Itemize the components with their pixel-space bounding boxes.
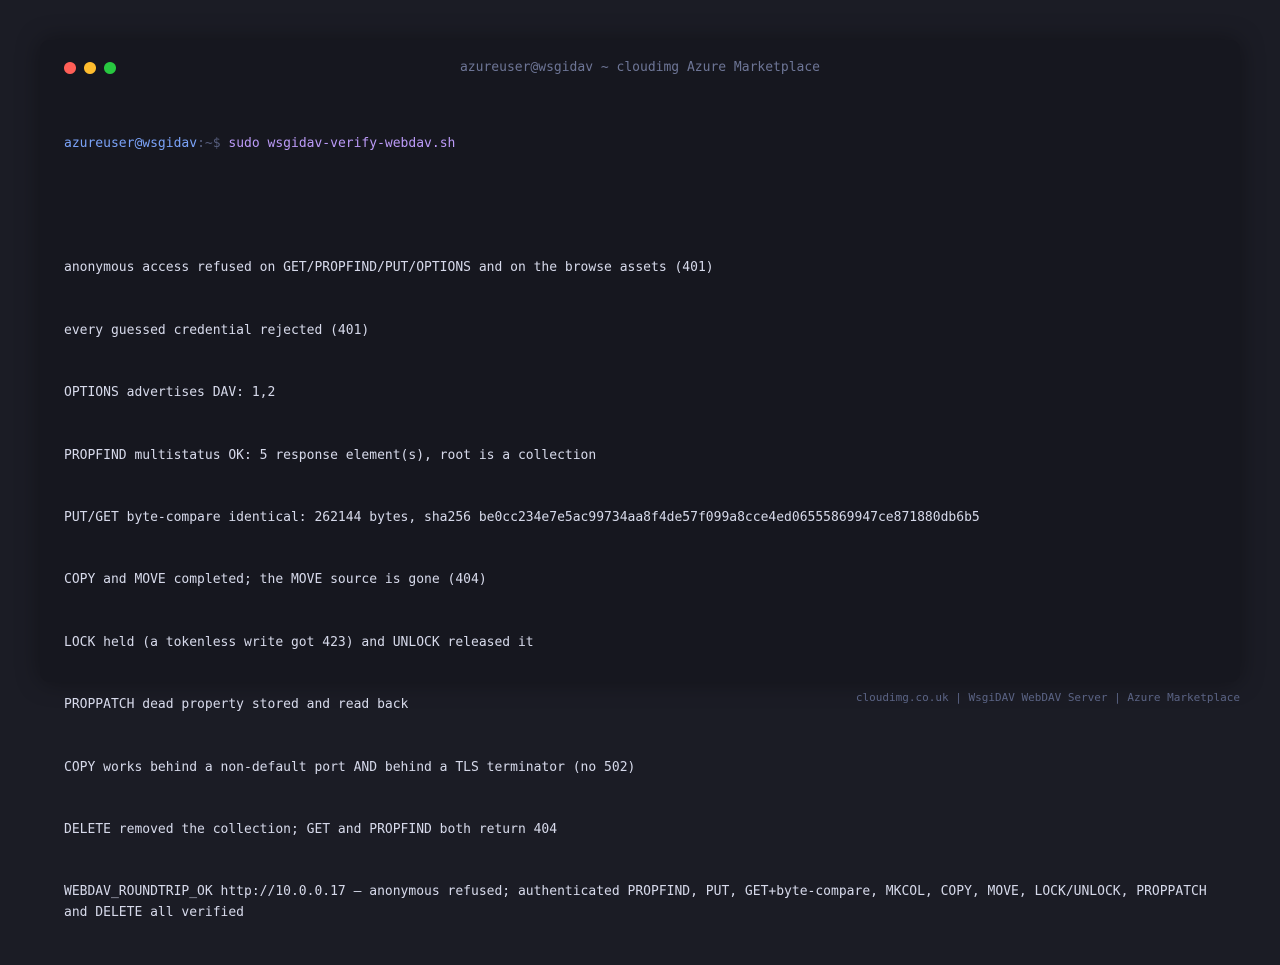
prompt-user-host: azureuser@wsgidav: [64, 135, 198, 151]
output-line: COPY and MOVE completed; the MOVE source…: [64, 572, 487, 588]
output-line: anonymous access refused on GET/PROPFIND…: [64, 260, 714, 276]
output-line: DELETE removed the collection; GET and P…: [64, 821, 558, 837]
terminal-output[interactable]: azureuser@wsgidav:~$ sudo wsgidav-verify…: [64, 92, 1224, 965]
output-line: WEBDAV_ROUNDTRIP_OK http://10.0.0.17 — a…: [64, 884, 1215, 921]
terminal-window: azureuser@wsgidav ~ cloudimg Azure Marke…: [40, 40, 1240, 920]
prompt-line: azureuser@wsgidav:~$ sudo wsgidav-verify…: [64, 134, 1224, 155]
footer-text: cloudimg.co.uk | WsgiDAV WebDAV Server |…: [855, 691, 1240, 704]
output-line: PROPFIND multistatus OK: 5 response elem…: [64, 447, 597, 463]
title-bar: azureuser@wsgidav ~ cloudimg Azure Marke…: [40, 40, 1240, 96]
output-line: LOCK held (a tokenless write got 423) an…: [64, 634, 534, 650]
prompt-command: sudo wsgidav-verify-webdav.sh: [228, 135, 456, 151]
prompt-path: :~$: [197, 135, 221, 151]
output-line: OPTIONS advertises DAV: 1,2: [64, 385, 276, 401]
output-line: COPY works behind a non-default port AND…: [64, 759, 636, 775]
output-line: PUT/GET byte-compare identical: 262144 b…: [64, 509, 980, 525]
window-title: azureuser@wsgidav ~ cloudimg Azure Marke…: [459, 60, 821, 75]
output-line: every guessed credential rejected (401): [64, 322, 370, 338]
